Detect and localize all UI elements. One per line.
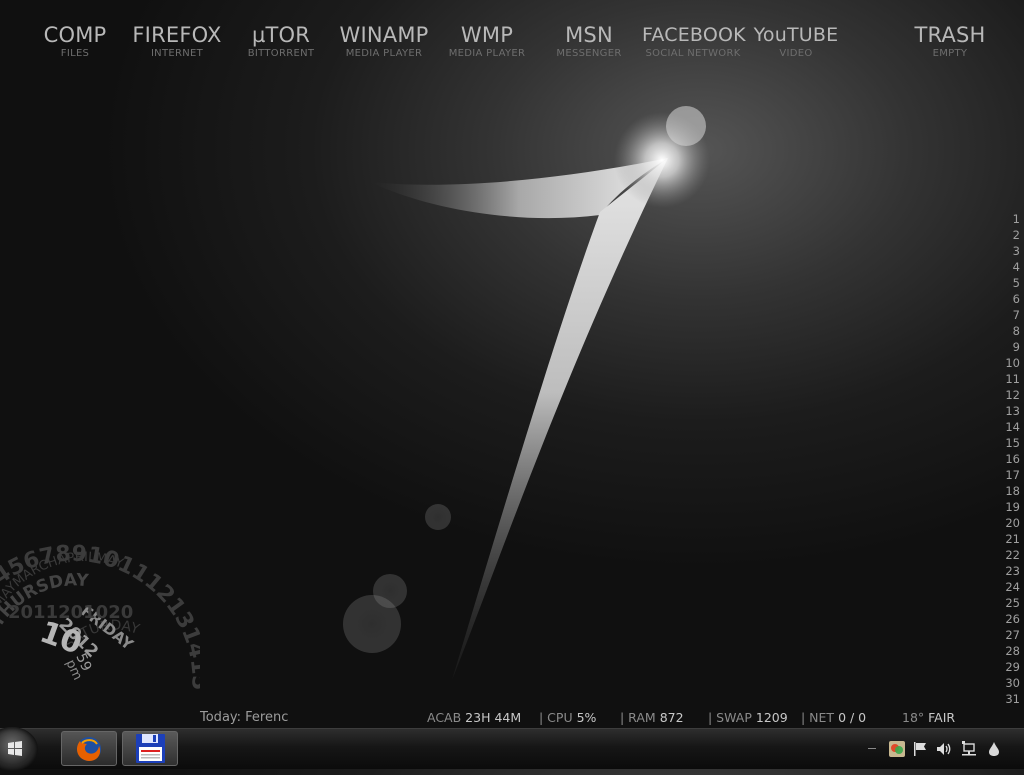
floppy-save-icon — [136, 734, 165, 763]
uptime-label: ACAB — [427, 710, 462, 725]
calendar-day: 20 — [1005, 516, 1020, 530]
taskbar — [0, 727, 1024, 771]
net-value: 0 / 0 — [838, 710, 867, 725]
calendar-day: 22 — [1005, 548, 1020, 562]
cpu-label: | CPU — [539, 710, 573, 725]
calendar-day: 15 — [1005, 436, 1020, 450]
weather-temp: 18° — [902, 710, 925, 725]
ram-value: 872 — [659, 710, 684, 725]
calendar-day: 23 — [1005, 564, 1020, 578]
calendar-day: 13 — [1005, 404, 1020, 418]
calendar-day: 7 — [1012, 308, 1020, 322]
volume-icon[interactable] — [936, 741, 952, 757]
droplet-icon[interactable] — [986, 741, 1002, 757]
light-bubble — [666, 106, 706, 146]
weather-stat: 18° FAIR — [902, 710, 955, 725]
windows-logo-icon — [8, 741, 22, 756]
calendar-day: 1 — [1012, 212, 1020, 226]
calendar-day: 19 — [1005, 500, 1020, 514]
spiral-clock-widget: 456789101112131415 MAYMARCHAPRILMAY THUR… — [0, 541, 200, 690]
start-button[interactable] — [0, 727, 38, 771]
calendar-day: 8 — [1012, 324, 1020, 338]
calendar-day: 6 — [1012, 292, 1020, 306]
weather-condition: FAIR — [928, 710, 956, 725]
seven-diagonal-stroke — [452, 158, 668, 680]
calendar-day-column: 1 2 3 4 5 6 7 8 9 10 11 12 13 14 15 16 1… — [998, 211, 1020, 707]
net-label: | NET — [801, 710, 835, 725]
calendar-day: 26 — [1005, 612, 1020, 626]
taskbar-save-button[interactable] — [122, 731, 178, 766]
system-monitor-bar: Today: Ferenc ACAB 23H 44M | CPU 5% | RA… — [0, 710, 1024, 728]
network-icon[interactable] — [961, 741, 977, 757]
calendar-day: 27 — [1005, 628, 1020, 642]
swap-value: 1209 — [755, 710, 788, 725]
calendar-day: 31 — [1005, 692, 1020, 706]
calendar-day: 5 — [1012, 276, 1020, 290]
calendar-day: 30 — [1005, 676, 1020, 690]
calendar-day: 2 — [1012, 228, 1020, 242]
net-stat: | NET 0 / 0 — [801, 710, 866, 725]
bokeh-bubble — [343, 595, 401, 653]
calendar-day: 28 — [1005, 644, 1020, 658]
calendar-day: 16 — [1005, 452, 1020, 466]
taskbar-firefox-button[interactable] — [61, 731, 117, 766]
calendar-day: 3 — [1012, 244, 1020, 258]
calendar-day: 18 — [1005, 484, 1020, 498]
uptime-value: 23H 44M — [465, 710, 522, 725]
calendar-day: 24 — [1005, 580, 1020, 594]
color-picker-icon[interactable] — [889, 741, 905, 757]
show-hidden-icons-icon[interactable] — [868, 747, 878, 751]
uptime-stat: ACAB 23H 44M — [427, 710, 521, 725]
calendar-day: 12 — [1005, 388, 1020, 402]
calendar-day: 9 — [1012, 340, 1020, 354]
calendar-day: 29 — [1005, 660, 1020, 674]
calendar-day: 21 — [1005, 532, 1020, 546]
calendar-day: 4 — [1012, 260, 1020, 274]
calendar-day: 10 — [1005, 356, 1020, 370]
cpu-stat: | CPU 5% — [539, 710, 596, 725]
today-label: Today: Ferenc — [200, 710, 289, 725]
ram-label: | RAM — [620, 710, 656, 725]
firefox-icon — [77, 737, 101, 761]
clock-ring-years: 2011201020 — [8, 602, 133, 623]
calendar-day: 17 — [1005, 468, 1020, 482]
calendar-day: 25 — [1005, 596, 1020, 610]
bokeh-bubble — [425, 504, 451, 530]
swap-stat: | SWAP 1209 — [708, 710, 788, 725]
action-center-flag-icon[interactable] — [912, 741, 928, 757]
ram-stat: | RAM 872 — [620, 710, 684, 725]
calendar-day: 14 — [1005, 420, 1020, 434]
calendar-day: 11 — [1005, 372, 1020, 386]
swap-label: | SWAP — [708, 710, 752, 725]
cpu-value: 5% — [576, 710, 597, 725]
